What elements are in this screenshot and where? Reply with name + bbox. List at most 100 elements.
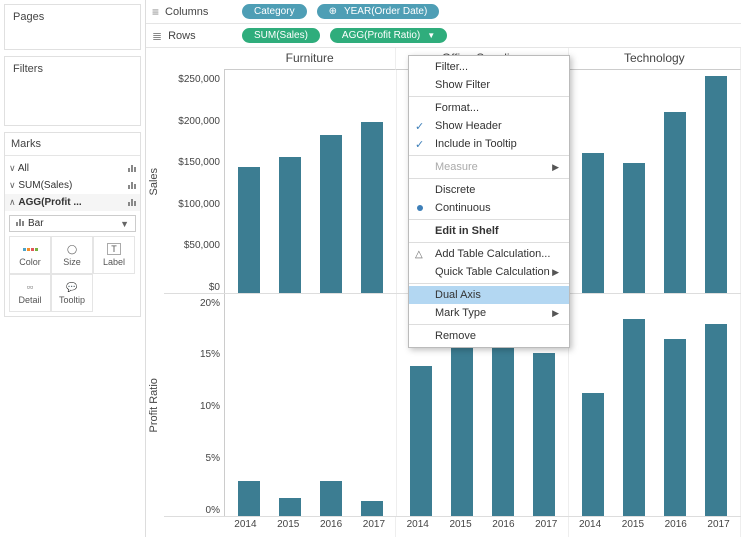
menu-quicktablecalc[interactable]: Quick Table Calculation▶ — [409, 263, 569, 281]
x-tick: 2015 — [449, 519, 471, 537]
context-menu: Filter... Show Filter Format... ✓Show He… — [408, 55, 570, 348]
rows-shelf[interactable]: ≣ Rows SUM(Sales) AGG(Profit Ratio)▼ — [146, 24, 741, 48]
x-tick: 2014 — [407, 519, 429, 537]
bar[interactable] — [279, 498, 301, 516]
mark-size-cell[interactable]: ◯Size — [51, 236, 93, 274]
menu-discrete[interactable]: Discrete — [409, 181, 569, 199]
detail-icon: ▫▫ — [23, 281, 37, 293]
mark-label-cell[interactable]: T Label — [93, 236, 135, 274]
facet — [225, 70, 397, 293]
facet — [225, 294, 397, 517]
menu-showfilter[interactable]: Show Filter — [409, 76, 569, 94]
pill-sumsales[interactable]: SUM(Sales) — [242, 28, 320, 43]
mark-detail-label: Detail — [18, 295, 41, 305]
x-tick: 2016 — [665, 519, 687, 537]
x-facet: 2014 2015 2016 2017 — [569, 517, 741, 537]
size-icon: ◯ — [65, 243, 79, 255]
bar[interactable] — [320, 135, 342, 292]
bar[interactable] — [582, 153, 604, 292]
bar[interactable] — [664, 112, 686, 292]
x-facet: 2014201520162017 — [224, 517, 396, 537]
bar[interactable] — [582, 393, 604, 516]
mark-color-label: Color — [19, 257, 41, 267]
tooltip-icon: 💬 — [65, 281, 79, 293]
rows-label: Rows — [168, 30, 196, 42]
bar[interactable] — [492, 336, 514, 516]
mark-tooltip-cell[interactable]: 💬 Tooltip — [51, 274, 93, 312]
check-icon: ✓ — [415, 120, 424, 133]
marks-all-row[interactable]: ∨ All — [5, 160, 140, 177]
bar[interactable] — [361, 122, 383, 293]
check-icon: ✓ — [415, 138, 424, 151]
bar[interactable] — [238, 167, 260, 293]
rows-icon: ≣ — [152, 29, 162, 43]
bar[interactable] — [664, 339, 686, 516]
pill-aggprofitratio[interactable]: AGG(Profit Ratio)▼ — [330, 28, 447, 43]
y-tick: 10% — [164, 401, 220, 412]
columns-icon: ≡ — [152, 5, 159, 19]
profitratio-axis-title: Profit Ratio — [146, 294, 164, 518]
menu-editinshelf[interactable]: Edit in Shelf — [409, 222, 569, 240]
mark-detail-cell[interactable]: ▫▫ Detail — [9, 274, 51, 312]
marks-sumsales-label: SUM(Sales) — [18, 180, 72, 191]
bar[interactable] — [320, 481, 342, 516]
pill-year[interactable]: ⊕YEAR(Order Date) — [317, 4, 440, 19]
bar[interactable] — [238, 481, 260, 516]
header-furniture[interactable]: Furniture — [224, 48, 396, 70]
x-tick: 2014 — [579, 519, 601, 537]
radio-icon — [417, 205, 423, 211]
menu-remove[interactable]: Remove — [409, 327, 569, 345]
x-tick: 2017 — [707, 519, 729, 537]
mark-label-label: Label — [103, 257, 125, 267]
bar[interactable] — [451, 339, 473, 516]
mark-tooltip-label: Tooltip — [59, 295, 85, 305]
menu-includetooltip[interactable]: ✓Include in Tooltip — [409, 135, 569, 153]
mark-color-cell[interactable]: Color — [9, 236, 51, 274]
y-tick: 20% — [164, 298, 220, 309]
label-icon: T — [107, 243, 121, 255]
filters-panel-title: Filters — [9, 61, 136, 77]
x-facet: 2014201520162017 — [396, 517, 568, 537]
y-tick: $250,000 — [164, 74, 220, 85]
x-tick: 2014 — [234, 519, 256, 537]
marks-aggprofit-label: AGG(Profit ... — [18, 197, 81, 208]
columns-shelf[interactable]: ≡Columns Category ⊕YEAR(Order Date) — [146, 0, 741, 24]
x-tick: 2016 — [320, 519, 342, 537]
x-tick: 2015 — [622, 519, 644, 537]
color-icon — [23, 248, 38, 251]
bar[interactable] — [623, 319, 645, 516]
y-tick: $150,000 — [164, 157, 220, 168]
menu-addtablecalc[interactable]: △Add Table Calculation... — [409, 245, 569, 263]
menu-showheader[interactable]: ✓Show Header — [409, 117, 569, 135]
bar[interactable] — [533, 353, 555, 516]
bar[interactable] — [623, 163, 645, 293]
bar[interactable] — [410, 366, 432, 516]
y-tick: 15% — [164, 349, 220, 360]
marks-aggprofit-row[interactable]: ∧ AGG(Profit ... — [5, 194, 140, 211]
marks-sumsales-row[interactable]: ∨ SUM(Sales) — [5, 177, 140, 194]
pill-category[interactable]: Category — [242, 4, 307, 19]
mark-type-dropdown[interactable]: Bar▼ — [9, 215, 136, 232]
x-tick: 2015 — [277, 519, 299, 537]
bar[interactable] — [279, 157, 301, 292]
facet — [569, 294, 741, 517]
y-tick: 0% — [164, 505, 220, 516]
y-tick: $0 — [164, 282, 220, 293]
header-technology[interactable]: Technology — [569, 48, 741, 70]
bar[interactable] — [705, 324, 727, 516]
menu-dualaxis[interactable]: Dual Axis — [409, 286, 569, 304]
bar[interactable] — [705, 76, 727, 292]
pages-panel-title: Pages — [9, 9, 136, 25]
menu-marktype[interactable]: Mark Type▶ — [409, 304, 569, 322]
bars-icon — [128, 199, 136, 206]
bar[interactable] — [361, 501, 383, 516]
sales-axis-title: Sales — [146, 70, 164, 294]
menu-continuous[interactable]: Continuous — [409, 199, 569, 217]
x-tick: 2016 — [492, 519, 514, 537]
marks-panel-title: Marks — [5, 133, 140, 156]
bars-icon — [128, 165, 136, 172]
menu-format[interactable]: Format... — [409, 99, 569, 117]
menu-filter[interactable]: Filter... — [409, 58, 569, 76]
y-tick: $200,000 — [164, 116, 220, 127]
triangle-icon: △ — [415, 249, 423, 260]
